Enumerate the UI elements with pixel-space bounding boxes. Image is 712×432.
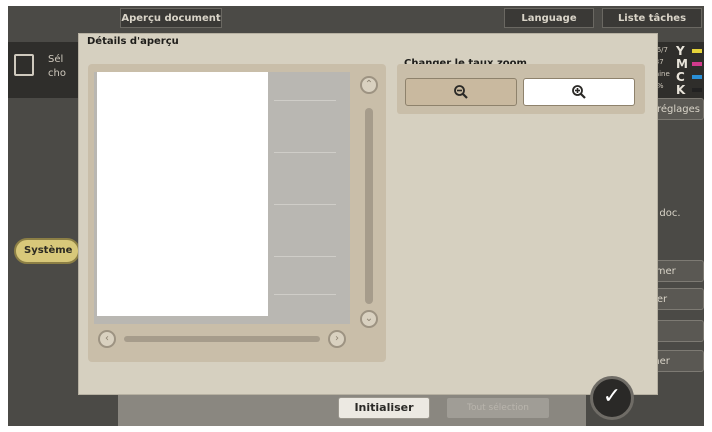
toner-letter-m: M — [676, 57, 688, 71]
zoom-in-button[interactable] — [523, 78, 635, 106]
grid-line — [274, 204, 336, 205]
left-header-line2: cho — [48, 68, 66, 79]
device-screen: Aperçu document Language Liste tâches Sé… — [8, 6, 704, 426]
check-icon: ✓ — [602, 384, 622, 409]
chevron-up-icon: ⌃ — [364, 79, 374, 90]
scroll-left-button[interactable]: ‹ — [98, 330, 116, 348]
document-icon — [14, 54, 34, 76]
preview-area[interactable] — [94, 72, 350, 324]
zoom-out-button[interactable] — [405, 78, 517, 106]
zoom-in-icon — [572, 84, 586, 99]
toner-letter-k: K — [676, 83, 686, 97]
toner-yellow-swatch — [692, 49, 702, 53]
toner-cyan-swatch — [692, 75, 702, 79]
chevron-right-icon: › — [335, 333, 339, 344]
reglages-label: réglages — [657, 104, 701, 115]
horizontal-scrollbar[interactable] — [124, 336, 320, 342]
grid-line — [274, 152, 336, 153]
preview-pane: ⌃ ⌄ ‹ › — [88, 64, 386, 362]
preview-page — [97, 72, 268, 316]
toner-letter-c: C — [676, 70, 685, 84]
ok-button[interactable]: ✓ — [590, 376, 634, 420]
scroll-down-button[interactable]: ⌄ — [360, 310, 378, 328]
tab-language[interactable]: Language — [504, 8, 594, 28]
zoom-panel — [397, 64, 645, 114]
toner-magenta-swatch — [692, 62, 702, 66]
dialog-title: Détails d'aperçu — [87, 36, 179, 47]
tout-selection-button: Tout sélection — [446, 397, 550, 419]
grid-line — [274, 100, 336, 101]
toner-letter-y: Y — [676, 44, 685, 58]
zoom-out-icon — [454, 84, 468, 99]
systeme-button[interactable]: Système — [14, 238, 80, 264]
systeme-label: Système — [24, 245, 73, 256]
preview-details-dialog: Détails d'aperçu ⌃ ⌄ ‹ › Changer le taux… — [79, 34, 657, 394]
grid-line — [274, 256, 336, 257]
chevron-down-icon: ⌄ — [364, 313, 374, 324]
left-header-line1: Sél — [48, 54, 64, 65]
scroll-up-button[interactable]: ⌃ — [360, 76, 378, 94]
chevron-left-icon: ‹ — [105, 333, 109, 344]
left-header: Sél cho — [8, 42, 78, 98]
tab-apercu-document[interactable]: Aperçu document — [120, 8, 222, 28]
scroll-right-button[interactable]: › — [328, 330, 346, 348]
vertical-scrollbar[interactable] — [365, 108, 373, 304]
tab-liste-taches[interactable]: Liste tâches — [602, 8, 702, 28]
toner-black-swatch — [692, 88, 702, 92]
grid-line — [274, 294, 336, 295]
initialiser-button[interactable]: Initialiser — [338, 397, 430, 419]
